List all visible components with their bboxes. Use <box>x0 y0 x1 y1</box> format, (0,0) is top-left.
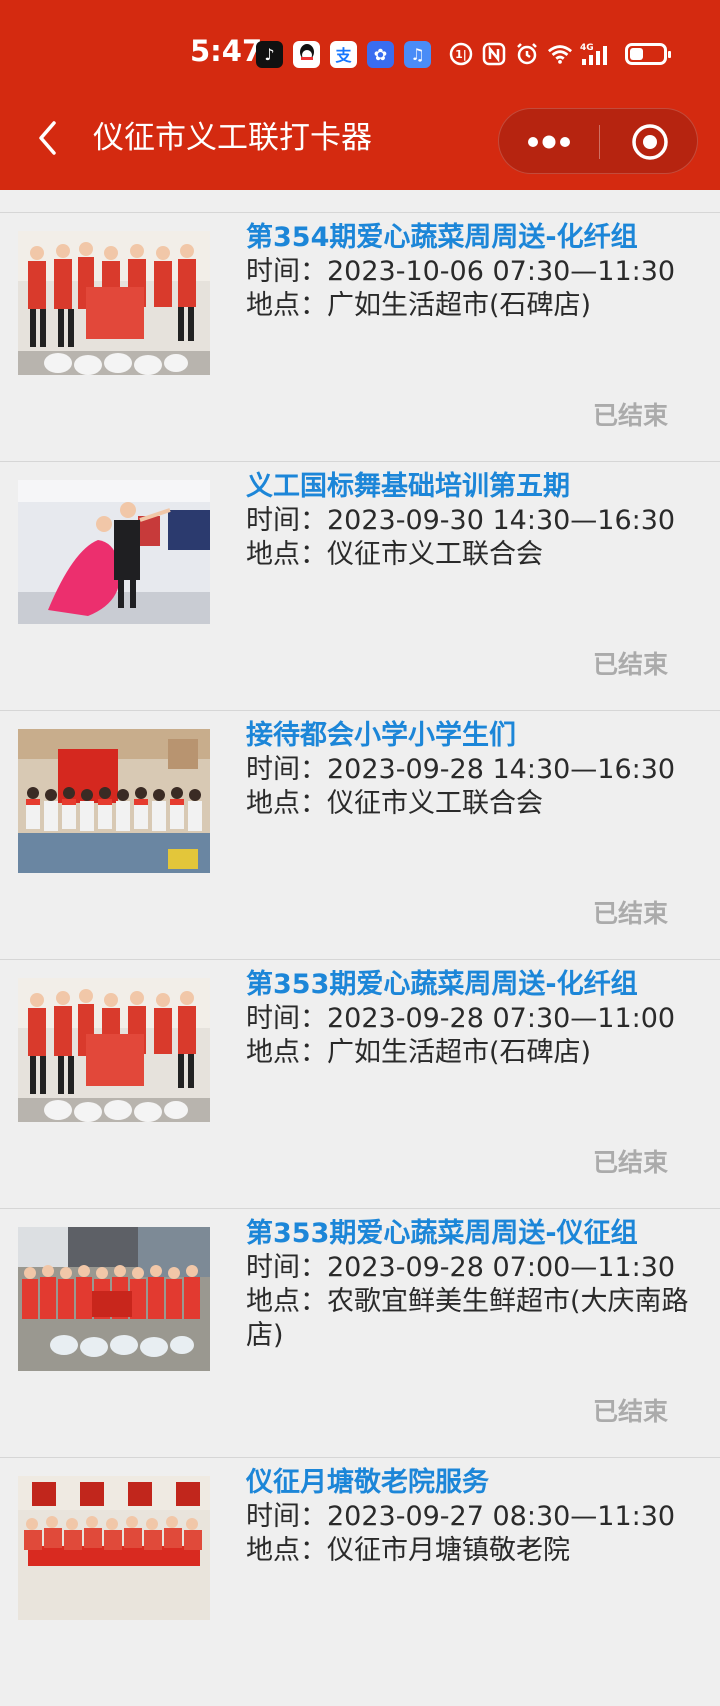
qq-icon <box>293 40 320 68</box>
activity-item[interactable]: 第353期爱心蔬菜周周送-仪征组 时间：2023-09-28 07:00—11:… <box>0 1208 720 1457</box>
activity-photo <box>18 231 210 375</box>
activity-title[interactable]: 第354期爱心蔬菜周周送-化纤组 <box>246 221 690 255</box>
close-miniprogram-button[interactable] <box>600 109 699 175</box>
svg-text:1|: 1| <box>455 48 467 61</box>
activity-title[interactable]: 义工国标舞基础培训第五期 <box>246 470 690 504</box>
battery-icon <box>625 43 671 65</box>
activity-place: 地点：仪征市月塘镇敬老院 <box>246 1535 570 1566</box>
activity-info: 第354期爱心蔬菜周周送-化纤组 时间：2023-10-06 07:30—11:… <box>246 221 690 323</box>
alipay-icon: 支 <box>330 40 357 68</box>
tiktok-icon: ♪ <box>256 40 283 68</box>
activity-item[interactable]: 接待都会小学小学生们 时间：2023-09-28 14:30—16:30 地点：… <box>0 710 720 959</box>
activity-title[interactable]: 第353期爱心蔬菜周周送-仪征组 <box>246 1217 690 1251</box>
activity-info: 第353期爱心蔬菜周周送-化纤组 时间：2023-09-28 07:30—11:… <box>246 968 690 1070</box>
activity-time: 时间：2023-09-30 14:30—16:30 <box>246 505 676 536</box>
activity-place: 地点：仪征市义工联合会 <box>246 539 543 570</box>
wifi-icon <box>547 41 573 67</box>
activity-photo <box>18 480 210 624</box>
music-icon: ♫ <box>404 40 431 68</box>
status-badge: 已结束 <box>592 650 668 679</box>
signal-4g-icon: 4G <box>580 41 614 67</box>
status-badge: 已结束 <box>592 899 668 928</box>
activity-time: 时间：2023-09-28 07:00—11:30 <box>246 1252 676 1283</box>
activity-time: 时间：2023-09-28 07:30—11:00 <box>246 1003 676 1034</box>
activity-info: 义工国标舞基础培训第五期 时间：2023-09-30 14:30—16:30 地… <box>246 470 690 572</box>
target-close-icon <box>631 124 668 160</box>
activity-item[interactable]: 仪征月塘敬老院服务 时间：2023-09-27 08:30—11:30 地点：仪… <box>0 1457 720 1706</box>
activity-title[interactable]: 仪征月塘敬老院服务 <box>246 1466 690 1500</box>
activity-photo <box>18 729 210 873</box>
activity-title[interactable]: 第353期爱心蔬菜周周送-化纤组 <box>246 968 690 1002</box>
status-badge: 已结束 <box>592 401 668 430</box>
activity-item[interactable]: 第354期爱心蔬菜周周送-化纤组 时间：2023-10-06 07:30—11:… <box>0 212 720 461</box>
status-badge: 已结束 <box>592 1148 668 1177</box>
more-button[interactable] <box>499 109 599 175</box>
svg-text:4G: 4G <box>580 43 594 53</box>
alarm-icon <box>514 41 540 67</box>
page-title: 仪征市义工联打卡器 <box>93 120 372 156</box>
status-system-icons: 1| 4G <box>448 38 671 70</box>
activity-place: 地点：仪征市义工联合会 <box>246 788 543 819</box>
chevron-left-icon <box>39 121 56 155</box>
activity-photo <box>18 978 210 1122</box>
nfc-circle-icon: 1| <box>448 41 474 67</box>
activity-time: 时间：2023-10-06 07:30—11:30 <box>246 256 676 287</box>
status-app-icons: ♪ 支 ✿ ♫ <box>256 38 441 70</box>
status-badge: 已结束 <box>592 1397 668 1426</box>
activity-info: 第353期爱心蔬菜周周送-仪征组 时间：2023-09-28 07:00—11:… <box>246 1217 690 1353</box>
activity-item[interactable]: 第353期爱心蔬菜周周送-化纤组 时间：2023-09-28 07:30—11:… <box>0 959 720 1208</box>
activity-photo <box>18 1476 210 1620</box>
app-icon: ✿ <box>367 40 394 68</box>
activity-place: 地点：农歌宜鲜美生鲜超市(大庆南路店) <box>246 1286 689 1351</box>
activity-time: 时间：2023-09-28 14:30—16:30 <box>246 754 676 785</box>
activity-title[interactable]: 接待都会小学小学生们 <box>246 719 690 753</box>
activity-place: 地点：广如生活超市(石碑店) <box>246 290 592 321</box>
activity-photo <box>18 1227 210 1371</box>
activity-time: 时间：2023-09-27 08:30—11:30 <box>246 1501 676 1532</box>
nfc-icon <box>481 41 507 67</box>
back-button[interactable] <box>28 118 68 158</box>
activity-place: 地点：广如生活超市(石碑店) <box>246 1037 592 1068</box>
activity-list: 第354期爱心蔬菜周周送-化纤组 时间：2023-10-06 07:30—11:… <box>0 212 720 1706</box>
top-bar: 5:47 ♪ 支 ✿ ♫ 1| 4G 仪征市义工联打卡器 <box>0 0 720 190</box>
activity-info: 接待都会小学小学生们 时间：2023-09-28 14:30—16:30 地点：… <box>246 719 690 821</box>
status-time: 5:47 <box>190 34 263 68</box>
activity-item[interactable]: 义工国标舞基础培训第五期 时间：2023-09-30 14:30—16:30 地… <box>0 461 720 710</box>
more-dots-icon <box>528 135 570 149</box>
activity-info: 仪征月塘敬老院服务 时间：2023-09-27 08:30—11:30 地点：仪… <box>246 1466 690 1568</box>
miniprogram-capsule <box>498 108 698 174</box>
